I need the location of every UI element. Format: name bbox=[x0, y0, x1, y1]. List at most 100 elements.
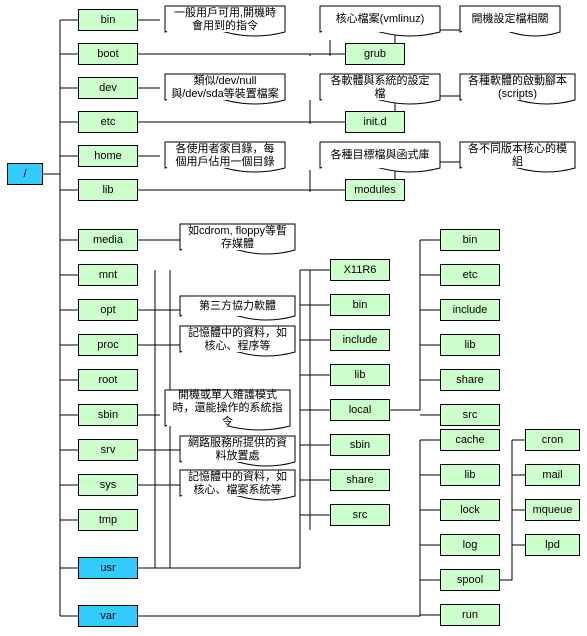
text: 記憶體中的資料，如核心、程序等 bbox=[186, 327, 289, 353]
node-etc: etc bbox=[78, 111, 138, 133]
fhs-diagram: / bin boot dev etc home lib media mnt op… bbox=[0, 0, 587, 636]
note-media: 如cdrom, floppy等暫存媒體 bbox=[182, 226, 293, 250]
node-var-log: log bbox=[440, 534, 500, 556]
label: local bbox=[349, 404, 372, 416]
label: grub bbox=[364, 48, 386, 60]
label: proc bbox=[97, 339, 118, 351]
note-opt: 第三方協力軟體 bbox=[182, 298, 293, 316]
label: etc bbox=[101, 116, 116, 128]
text: 第三方協力軟體 bbox=[199, 300, 276, 313]
label: lpd bbox=[545, 539, 560, 551]
label: bin bbox=[353, 299, 368, 311]
label: usr bbox=[100, 562, 115, 574]
node-spool-mail: mail bbox=[525, 464, 580, 486]
text: 開機或單人維護模式時，還能操作的系統指令 bbox=[171, 389, 284, 429]
label: dev bbox=[99, 82, 117, 94]
text: 一般用戶可用,開機時會用到的指令 bbox=[171, 7, 279, 33]
node-srv: srv bbox=[78, 439, 138, 461]
label: spool bbox=[457, 574, 483, 586]
text: 各軟體與系統的設定檔 bbox=[326, 75, 434, 101]
label: boot bbox=[97, 48, 118, 60]
node-var-spool: spool bbox=[440, 569, 500, 591]
label: var bbox=[100, 610, 115, 622]
text: 類似/dev/null與/dev/sda等裝置檔案 bbox=[171, 75, 279, 101]
label: cache bbox=[455, 434, 484, 446]
text: 開機設定檔相關 bbox=[472, 13, 549, 26]
label: include bbox=[453, 304, 488, 316]
node-boot: boot bbox=[78, 43, 138, 65]
node-spool-cron: cron bbox=[525, 429, 580, 451]
label: root bbox=[99, 374, 118, 386]
node-sbin: sbin bbox=[78, 404, 138, 426]
node-usr-x11r6: X11R6 bbox=[330, 259, 390, 281]
note-sbin: 開機或單人維護模式時，還能操作的系統指令 bbox=[167, 392, 288, 426]
label: sbin bbox=[98, 409, 118, 421]
node-usr-bin: bin bbox=[330, 294, 390, 316]
node-usr-lib: lib bbox=[330, 364, 390, 386]
text: 各種目標檔與函式庫 bbox=[331, 149, 430, 162]
label: bin bbox=[101, 14, 116, 26]
node-mnt: mnt bbox=[78, 264, 138, 286]
node-local-lib: lib bbox=[440, 334, 500, 356]
label: init.d bbox=[363, 116, 386, 128]
note-boot: 核心檔案(vmlinuz) bbox=[322, 8, 438, 32]
node-local-share: share bbox=[440, 369, 500, 391]
note-boot2: 開機設定檔相關 bbox=[462, 8, 558, 32]
node-var-run: run bbox=[440, 604, 500, 626]
node-root: / bbox=[7, 163, 43, 185]
node-local-include: include bbox=[440, 299, 500, 321]
node-proc: proc bbox=[78, 334, 138, 356]
label: modules bbox=[354, 184, 396, 196]
label: run bbox=[462, 609, 478, 621]
label: mnt bbox=[99, 269, 117, 281]
node-usr-sbin: sbin bbox=[330, 434, 390, 456]
label: X11R6 bbox=[344, 264, 377, 276]
node-dev: dev bbox=[78, 77, 138, 99]
label: lib bbox=[102, 184, 113, 196]
text: 記憶體中的資料，如核心、檔案系統等 bbox=[186, 471, 289, 497]
node-local-etc: etc bbox=[440, 264, 500, 286]
node-var-lock: lock bbox=[440, 499, 500, 521]
label: opt bbox=[100, 304, 115, 316]
node-bin: bin bbox=[78, 9, 138, 31]
label: / bbox=[23, 168, 26, 180]
label: mqueue bbox=[533, 504, 573, 516]
node-media: media bbox=[78, 229, 138, 251]
node-root: root bbox=[78, 369, 138, 391]
note-bin: 一般用戶可用,開機時會用到的指令 bbox=[167, 8, 283, 32]
label: srv bbox=[101, 444, 116, 456]
label: lock bbox=[460, 504, 480, 516]
node-local-src: src bbox=[440, 404, 500, 426]
node-spool-mqueue: mqueue bbox=[525, 499, 580, 521]
label: tmp bbox=[99, 514, 117, 526]
node-usr-share: share bbox=[330, 469, 390, 491]
node-sys: sys bbox=[78, 474, 138, 496]
node-modules: modules bbox=[345, 179, 405, 201]
note-lib: 各種目標檔與函式庫 bbox=[322, 144, 438, 168]
label: share bbox=[346, 474, 374, 486]
label: etc bbox=[463, 269, 478, 281]
node-usr-src: src bbox=[330, 504, 390, 526]
node-var-cache: cache bbox=[440, 429, 500, 451]
label: mail bbox=[542, 469, 562, 481]
note-dev: 類似/dev/null與/dev/sda等裝置檔案 bbox=[167, 76, 283, 100]
note-proc: 記憶體中的資料，如核心、程序等 bbox=[182, 328, 293, 352]
label: include bbox=[343, 334, 378, 346]
label: lib bbox=[464, 339, 475, 351]
node-usr: usr bbox=[78, 557, 138, 579]
node-initd: init.d bbox=[345, 111, 405, 133]
label: cron bbox=[542, 434, 563, 446]
node-var: var bbox=[78, 605, 138, 627]
text: 各不同版本核心的模組 bbox=[466, 143, 569, 169]
node-spool-lpd: lpd bbox=[525, 534, 580, 556]
label: sys bbox=[100, 479, 117, 491]
label: lib bbox=[464, 469, 475, 481]
note-lib2: 各不同版本核心的模組 bbox=[462, 144, 573, 168]
label: share bbox=[456, 374, 484, 386]
text: 網路服務所提供的資料放置處 bbox=[186, 437, 289, 463]
note-srv: 網路服務所提供的資料放置處 bbox=[182, 438, 293, 462]
node-opt: opt bbox=[78, 299, 138, 321]
label: media bbox=[93, 234, 123, 246]
label: lib bbox=[354, 369, 365, 381]
label: log bbox=[463, 539, 478, 551]
